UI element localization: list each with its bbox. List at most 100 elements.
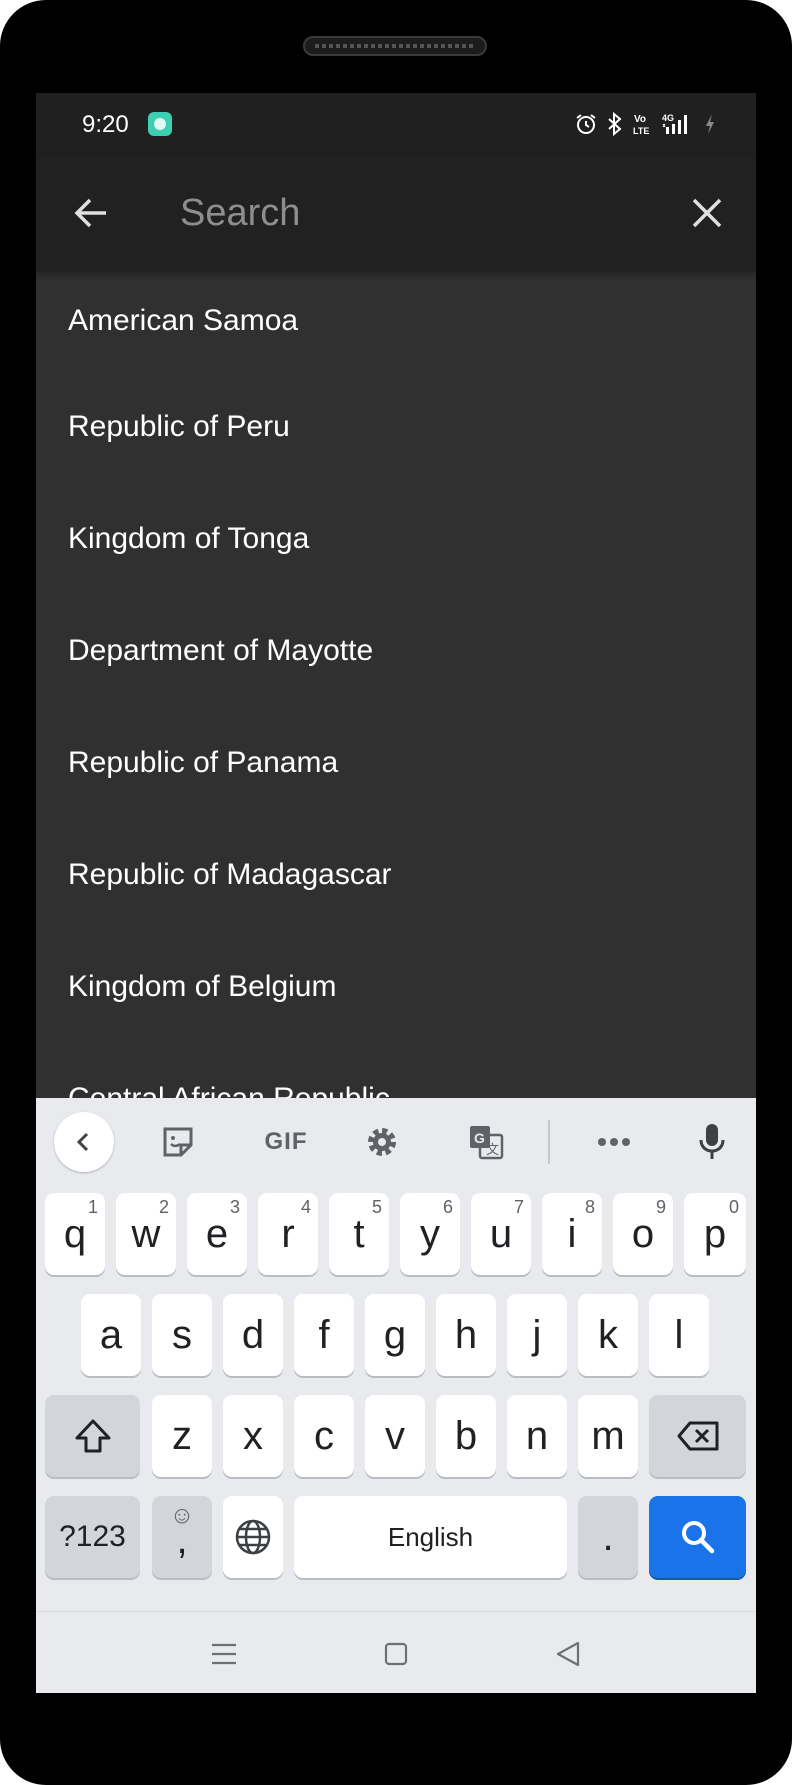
key-v[interactable]: v xyxy=(365,1395,425,1477)
status-time: 9:20 xyxy=(82,111,129,138)
svg-text:文: 文 xyxy=(486,1143,499,1158)
key-hint: 9 xyxy=(655,1197,666,1217)
nav-back-button[interactable] xyxy=(548,1634,588,1674)
svg-text:Vo: Vo xyxy=(634,114,646,125)
gif-icon: GIF xyxy=(264,1128,308,1155)
key-l[interactable]: l xyxy=(649,1294,709,1376)
key-h[interactable]: h xyxy=(436,1294,496,1376)
arrow-back-icon xyxy=(74,198,106,228)
back-button[interactable] xyxy=(70,192,112,234)
system-nav-bar xyxy=(36,1611,756,1693)
clear-search-button[interactable] xyxy=(686,192,728,234)
search-input[interactable] xyxy=(180,182,650,244)
key-f[interactable]: f xyxy=(294,1294,354,1376)
voice-input-button[interactable] xyxy=(682,1112,742,1172)
key-p[interactable]: p0 xyxy=(684,1193,746,1275)
bluetooth-icon xyxy=(608,112,622,136)
recents-menu-icon xyxy=(212,1643,236,1665)
key-label: q xyxy=(63,1211,87,1256)
key-s[interactable]: s xyxy=(152,1294,212,1376)
shift-key[interactable] xyxy=(45,1395,140,1477)
phone-screen: 9:20 Vo LTE 4G Search American Samoa Rep… xyxy=(36,93,756,1693)
key-r[interactable]: r4 xyxy=(258,1193,318,1275)
key-hint: 5 xyxy=(371,1197,382,1217)
key-w[interactable]: w2 xyxy=(116,1193,176,1275)
key-g[interactable]: g xyxy=(365,1294,425,1376)
key-label: o xyxy=(631,1211,655,1256)
chevron-left-icon xyxy=(76,1132,89,1152)
key-y[interactable]: y6 xyxy=(400,1193,460,1275)
country-list-item[interactable]: Republic of Peru xyxy=(36,371,756,483)
key-t[interactable]: t5 xyxy=(329,1193,389,1275)
key-c[interactable]: c xyxy=(294,1395,354,1477)
settings-gear-icon xyxy=(368,1128,396,1156)
volte-icon: Vo LTE xyxy=(633,114,649,136)
key-label: u xyxy=(489,1211,513,1256)
soft-keyboard: GIF G 文 q 1 w 2 e 3 r 4 t 5 y 6 u 7 i 8 … xyxy=(36,1098,756,1693)
svg-text:LTE: LTE xyxy=(633,126,649,136)
search-action-key[interactable] xyxy=(649,1496,746,1578)
status-icons: Vo LTE 4G xyxy=(574,107,716,141)
key-e[interactable]: e3 xyxy=(187,1193,247,1275)
key-i[interactable]: i8 xyxy=(542,1193,602,1275)
svg-text:4G: 4G xyxy=(662,113,674,123)
key-a[interactable]: a xyxy=(81,1294,141,1376)
comma-label: , xyxy=(176,1518,188,1562)
key-hint: 1 xyxy=(87,1197,98,1217)
language-switch-key[interactable] xyxy=(223,1496,283,1578)
key-hint: 7 xyxy=(513,1197,524,1217)
key-label: e xyxy=(205,1211,229,1256)
comma-emoji-key[interactable]: ☺ , xyxy=(152,1496,212,1578)
gif-button[interactable]: GIF xyxy=(250,1112,322,1172)
shift-arrow-icon xyxy=(75,1419,110,1453)
key-label: y xyxy=(420,1211,440,1256)
more-dots-icon xyxy=(598,1138,630,1146)
period-key[interactable]: . xyxy=(578,1496,638,1578)
key-o[interactable]: o9 xyxy=(613,1193,673,1275)
back-triangle-icon xyxy=(556,1641,580,1667)
country-list: American Samoa Republic of Peru Kingdom … xyxy=(36,271,756,1191)
home-square-icon xyxy=(384,1642,408,1666)
key-label: r xyxy=(281,1211,295,1256)
key-d[interactable]: d xyxy=(223,1294,283,1376)
backspace-icon xyxy=(677,1421,718,1451)
translate-icon: G 文 xyxy=(470,1126,504,1160)
key-x[interactable]: x xyxy=(223,1395,283,1477)
keyboard-collapse-button[interactable] xyxy=(54,1112,114,1172)
symbols-key[interactable]: ?123 xyxy=(45,1496,140,1578)
app-notification-icon xyxy=(148,112,172,136)
key-z[interactable]: z xyxy=(152,1395,212,1477)
backspace-key[interactable] xyxy=(649,1395,746,1477)
key-hint: 3 xyxy=(229,1197,240,1217)
key-hint: 0 xyxy=(728,1197,739,1217)
key-u[interactable]: u7 xyxy=(471,1193,531,1275)
key-m[interactable]: m xyxy=(578,1395,638,1477)
search-icon xyxy=(681,1521,714,1554)
sticker-button[interactable] xyxy=(148,1112,208,1172)
country-list-item[interactable]: Republic of Panama xyxy=(36,707,756,819)
4g-signal-icon: 4G xyxy=(662,113,687,134)
more-options-button[interactable] xyxy=(584,1112,644,1172)
keyboard-settings-button[interactable] xyxy=(352,1112,412,1172)
key-q[interactable]: q1 xyxy=(45,1193,105,1275)
svg-text:G: G xyxy=(474,1130,485,1146)
country-list-item[interactable]: Republic of Madagascar xyxy=(36,819,756,931)
key-hint: 2 xyxy=(158,1197,169,1217)
country-list-item[interactable]: Kingdom of Tonga xyxy=(36,483,756,595)
key-k[interactable]: k xyxy=(578,1294,638,1376)
translate-button[interactable]: G 文 xyxy=(456,1112,516,1172)
charging-icon xyxy=(706,114,714,134)
sticker-icon xyxy=(163,1127,193,1157)
country-list-item[interactable]: Kingdom of Belgium xyxy=(36,931,756,1043)
home-button[interactable] xyxy=(376,1634,416,1674)
country-list-item[interactable]: American Samoa xyxy=(36,271,756,371)
space-key[interactable]: English xyxy=(294,1496,567,1578)
recents-button[interactable] xyxy=(204,1634,244,1674)
key-b[interactable]: b xyxy=(436,1395,496,1477)
alarm-icon xyxy=(576,114,596,134)
country-list-item[interactable]: Department of Mayotte xyxy=(36,595,756,707)
phone-speaker xyxy=(303,36,487,56)
key-n[interactable]: n xyxy=(507,1395,567,1477)
key-j[interactable]: j xyxy=(507,1294,567,1376)
toolbar-divider xyxy=(548,1120,550,1164)
